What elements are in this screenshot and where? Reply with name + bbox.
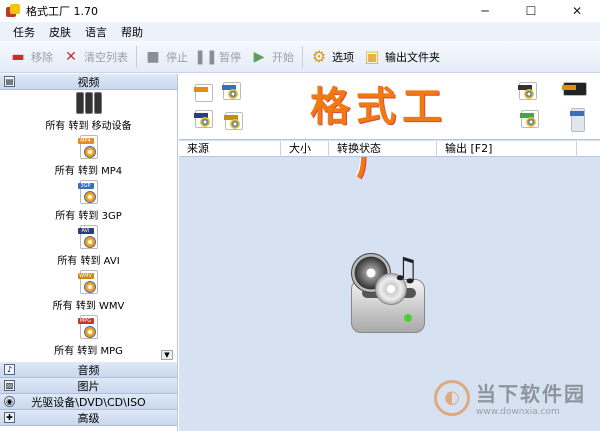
list-item[interactable]: 所有 转到 移动设备 xyxy=(0,90,177,135)
list-item[interactable]: 3GP 所有 转到 3GP xyxy=(0,180,177,225)
minimize-button[interactable]: ─ xyxy=(462,0,508,22)
mp4-player-banner-icon xyxy=(562,82,587,96)
mobile-device-icon xyxy=(75,92,102,114)
stop-icon: ■ xyxy=(146,48,160,65)
start-button[interactable]: ▶ 开始 xyxy=(249,43,294,71)
list-item[interactable]: WMV 所有 转到 WMV xyxy=(0,270,177,315)
picture-icon: ▨ xyxy=(4,380,15,391)
options-button[interactable]: ⚙ 选项 xyxy=(309,43,354,71)
remove-button[interactable]: ▬ 移除 xyxy=(8,43,53,71)
toolbar: ▬ 移除 ✕ 清空列表 ■ 停止 ❚❚ 暂停 ▶ 开始 ⚙ 选项 ▣ 输出文件夹 xyxy=(0,41,600,73)
app-banner-title: 格式工厂 xyxy=(310,83,448,184)
mp4-banner-icon xyxy=(194,84,213,102)
category-panel: ▤ 视频 所有 转到 移动设备 MP4 所有 转到 MP4 3GP 所有 转到 … xyxy=(0,74,178,431)
dvd-banner-icon xyxy=(518,82,537,100)
video-category-icon: ▤ xyxy=(4,76,15,87)
menu-language[interactable]: 语言 xyxy=(78,24,114,40)
category-video-header[interactable]: ▤ 视频 xyxy=(0,74,177,90)
col-status[interactable]: 转换状态 xyxy=(329,141,437,157)
remove-icon: ▬ xyxy=(11,48,25,65)
task-table-header: 来源 大小 转换状态 输出 [F2] xyxy=(179,141,600,157)
watermark: ◐ 当下软件园 www.downxia.com xyxy=(434,378,586,417)
wmv-format-icon: WMV xyxy=(77,270,100,294)
toolbar-separator xyxy=(302,45,303,68)
menu-help[interactable]: 帮助 xyxy=(114,24,150,40)
window-title: 格式工厂 1.70 xyxy=(26,5,98,18)
audio-banner-icon xyxy=(520,110,539,128)
col-output[interactable]: 输出 [F2] xyxy=(437,141,577,157)
list-item[interactable]: AVI 所有 转到 AVI xyxy=(0,225,177,270)
disc-icon: ◉ xyxy=(4,396,15,407)
col-source[interactable]: 来源 xyxy=(179,141,281,157)
col-filler xyxy=(577,141,600,157)
category-advanced-header[interactable]: ✚ 高级 xyxy=(0,410,177,426)
clear-icon: ✕ xyxy=(65,48,77,65)
category-rom-header[interactable]: ◉ 光驱设备\DVD\CD\ISO xyxy=(0,394,177,410)
banner: 格式工厂 xyxy=(179,74,600,184)
app-logo-icon xyxy=(6,4,20,18)
3gp-banner-icon xyxy=(222,82,241,100)
output-folder-button[interactable]: ▣ 输出文件夹 xyxy=(362,43,440,71)
close-button[interactable]: ✕ xyxy=(554,0,600,22)
task-panel: 格式工厂 来源 大小 转换状态 输出 [F2] ♫ ◐ 当下软件园 www.do… xyxy=(179,74,600,431)
avi-format-icon: AVI xyxy=(77,225,100,249)
pause-button[interactable]: ❚❚ 暂停 xyxy=(194,43,241,71)
wmv-banner-icon xyxy=(224,112,243,130)
clear-list-button[interactable]: ✕ 清空列表 xyxy=(61,43,128,71)
list-item[interactable]: MP4 所有 转到 MP4 xyxy=(0,135,177,180)
gear-icon: ⚙ xyxy=(311,47,327,66)
watermark-url: www.downxia.com xyxy=(476,407,560,417)
mpg-format-icon: MPG xyxy=(77,315,100,339)
watermark-logo-icon: ◐ xyxy=(434,379,470,416)
center-logo: ♫ xyxy=(347,249,429,337)
music-note-icon: ♫ xyxy=(391,250,420,288)
mp3-player-banner-icon xyxy=(570,108,585,132)
toolbar-separator xyxy=(136,45,137,68)
category-audio-header[interactable]: ♪ 音频 xyxy=(0,362,177,378)
folder-icon: ▣ xyxy=(364,47,380,66)
stop-button[interactable]: ■ 停止 xyxy=(143,43,188,71)
mp4-format-icon: MP4 xyxy=(77,135,100,159)
music-note-icon: ♪ xyxy=(4,364,15,375)
menu-tasks[interactable]: 任务 xyxy=(6,24,42,40)
pause-icon: ❚❚ xyxy=(194,48,218,65)
col-size[interactable]: 大小 xyxy=(281,141,329,157)
play-icon: ▶ xyxy=(253,48,265,65)
3gp-format-icon: 3GP xyxy=(77,180,100,204)
menu-skin[interactable]: 皮肤 xyxy=(42,24,78,40)
category-image-header[interactable]: ▨ 图片 xyxy=(0,378,177,394)
avi-banner-icon xyxy=(194,110,213,128)
maximize-button[interactable]: ☐ xyxy=(508,0,554,22)
scroll-down-button[interactable]: ▼ xyxy=(161,350,173,360)
title-bar: 格式工厂 1.70 ─ ☐ ✕ xyxy=(0,0,600,22)
tools-icon: ✚ xyxy=(4,412,15,423)
menu-bar: 任务 皮肤 语言 帮助 xyxy=(0,22,600,41)
watermark-name: 当下软件园 xyxy=(476,382,586,406)
list-item[interactable]: MPG 所有 转到 MPG xyxy=(0,315,177,360)
video-format-list: 所有 转到 移动设备 MP4 所有 转到 MP4 3GP 所有 转到 3GP A… xyxy=(0,90,177,362)
